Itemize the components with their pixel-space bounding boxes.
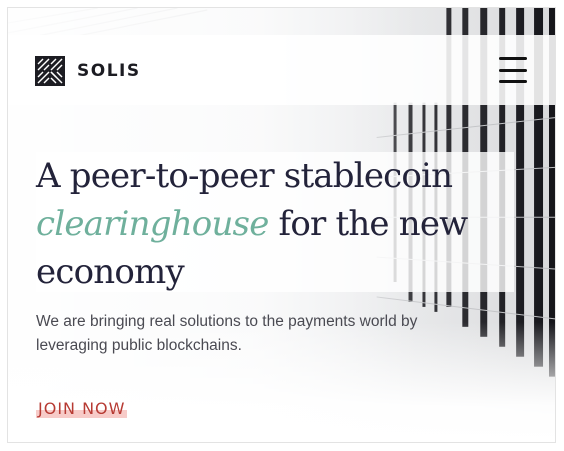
headline-accent: clearinghouse — [36, 204, 269, 244]
join-now-button[interactable]: JOIN NOW — [36, 399, 128, 418]
woven-square-logo-icon — [35, 56, 65, 86]
hero-headline: A peer-to-peer stablecoin clearinghouse f… — [36, 152, 526, 296]
headline-line1: A peer-to-peer stablecoin — [36, 156, 453, 196]
hamburger-menu-icon[interactable] — [499, 57, 527, 83]
menu-bar — [499, 80, 527, 83]
site-header: SOLIS — [8, 35, 555, 105]
brand-logo[interactable]: SOLIS — [35, 56, 141, 86]
menu-bar — [499, 68, 527, 72]
brand-name: SOLIS — [77, 61, 141, 81]
menu-bar — [499, 57, 527, 60]
hero-subtext: We are bringing real solutions to the pa… — [36, 313, 418, 354]
page-frame: SOLIS A peer-to-peer stablecoin clearingh… — [7, 7, 556, 443]
